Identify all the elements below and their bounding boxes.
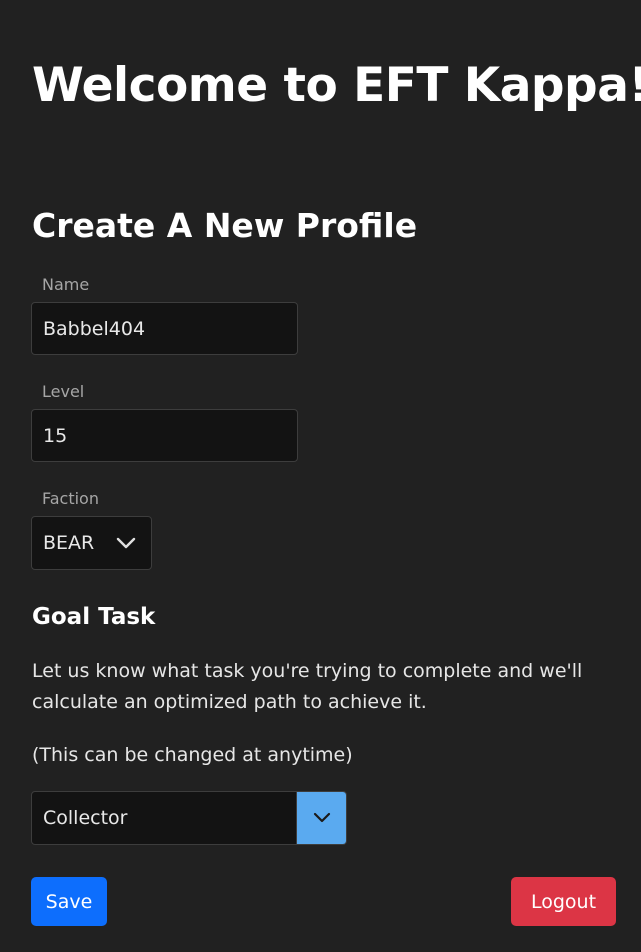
name-input[interactable] xyxy=(31,302,298,355)
faction-select[interactable]: BEAR xyxy=(31,516,152,570)
goal-task-dropdown-toggle[interactable] xyxy=(296,792,346,844)
goal-task-select-value: Collector xyxy=(43,807,128,829)
create-profile-heading: Create A New Profile xyxy=(32,206,418,245)
goal-task-note: (This can be changed at anytime) xyxy=(32,744,353,766)
faction-select-value: BEAR xyxy=(43,532,95,554)
page-title: Welcome to EFT Kappa! xyxy=(32,58,641,113)
chevron-down-icon xyxy=(311,807,333,829)
goal-task-select[interactable]: Collector xyxy=(31,791,347,845)
logout-button[interactable]: Logout xyxy=(511,877,616,926)
goal-task-description: Let us know what task you're trying to c… xyxy=(32,660,583,713)
name-label: Name xyxy=(42,275,90,294)
chevron-down-icon xyxy=(115,532,137,554)
save-button[interactable]: Save xyxy=(31,877,107,926)
goal-task-heading: Goal Task xyxy=(32,604,156,630)
faction-label: Faction xyxy=(42,489,99,508)
level-label: Level xyxy=(42,382,85,401)
level-input[interactable] xyxy=(31,409,298,462)
